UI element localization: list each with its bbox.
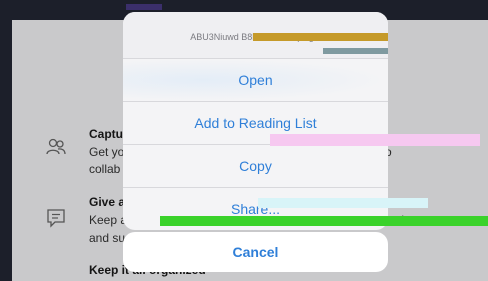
feature-line: and su: [89, 231, 126, 245]
open-button[interactable]: Open: [123, 59, 388, 102]
feature-line: Keep a: [89, 213, 128, 227]
render-artifact: [258, 198, 428, 208]
feature-title: Captu: [89, 127, 123, 141]
render-artifact: [323, 48, 388, 54]
sheet-header: ABU3Niuwd B8hVGk867Jq/login: [123, 12, 388, 59]
feature-line: collab: [89, 162, 121, 176]
people-icon: [46, 138, 66, 155]
cancel-button[interactable]: Cancel: [123, 232, 388, 272]
render-artifact: [160, 216, 488, 226]
render-artifact: [270, 134, 480, 146]
copy-button[interactable]: Copy: [123, 145, 388, 188]
render-artifact: [126, 4, 162, 10]
feedback-icon: [47, 209, 65, 228]
render-artifact: [253, 33, 388, 41]
feature-line: Get yo: [89, 145, 125, 159]
feature-title: Give a: [89, 195, 126, 209]
